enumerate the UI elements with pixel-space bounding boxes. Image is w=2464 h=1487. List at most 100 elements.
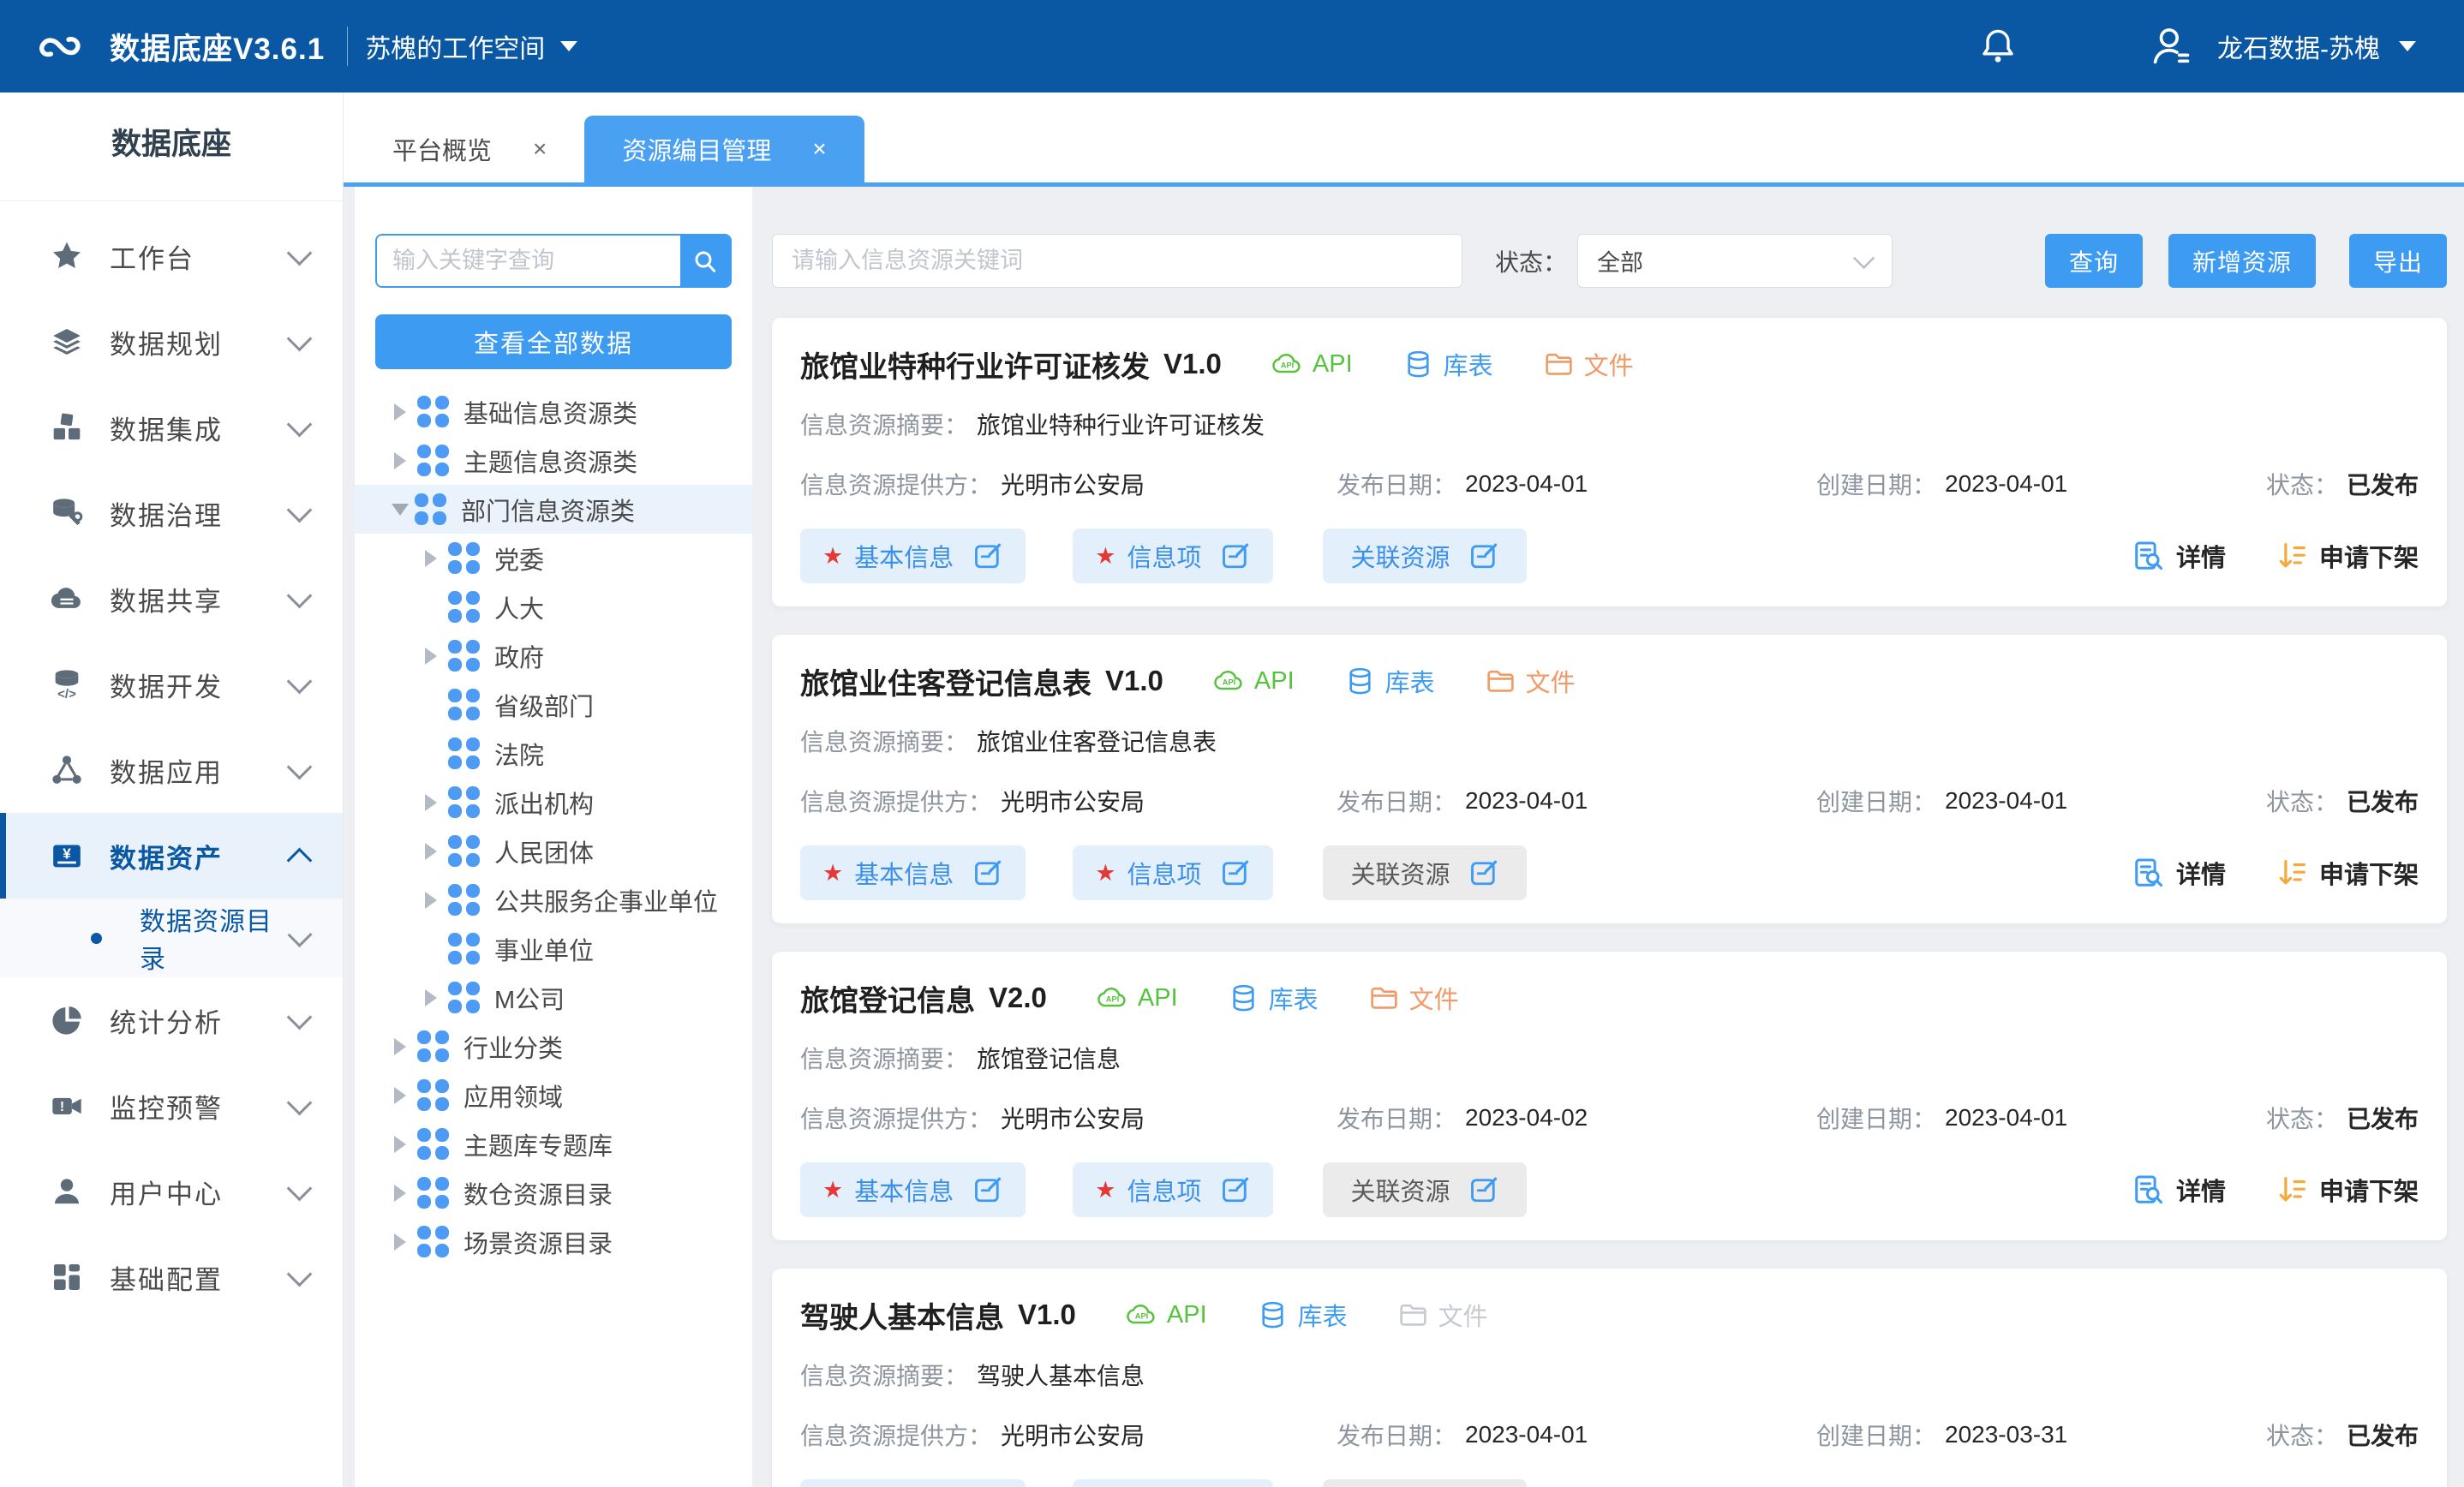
view-all-data-button[interactable]: 查看全部数据 bbox=[375, 314, 732, 369]
tree-search-button[interactable] bbox=[680, 236, 730, 286]
user-menu-chevron-icon[interactable] bbox=[2399, 41, 2416, 51]
tree-node-14[interactable]: 应用领域 bbox=[355, 1071, 752, 1120]
tree-node-7[interactable]: 法院 bbox=[355, 729, 752, 778]
tree-caret-right-icon[interactable] bbox=[425, 843, 437, 860]
user-avatar-icon[interactable] bbox=[2149, 24, 2193, 69]
sidebar-item-7[interactable]: ¥数据资产 bbox=[0, 813, 343, 899]
tree-node-5[interactable]: 政府 bbox=[355, 631, 752, 680]
tree-node-9[interactable]: 人民团体 bbox=[355, 827, 752, 875]
tree-caret-right-icon[interactable] bbox=[425, 794, 437, 811]
tree-node-6[interactable]: 省级部门 bbox=[355, 680, 752, 729]
status-select[interactable]: 全部 bbox=[1577, 234, 1893, 288]
resource-keyword-input[interactable] bbox=[772, 234, 1462, 288]
tree-node-13[interactable]: 行业分类 bbox=[355, 1022, 752, 1071]
export-button[interactable]: 导出 bbox=[2349, 234, 2447, 288]
edit-icon bbox=[972, 1174, 1003, 1205]
basic-info-button[interactable]: ★ 基本信息 bbox=[800, 845, 1026, 900]
sidebar-item-6[interactable]: 数据应用 bbox=[0, 727, 343, 813]
tree-node-10[interactable]: 公共服务企事业单位 bbox=[355, 875, 752, 924]
publish-date-label: 发布日期： bbox=[1337, 784, 1456, 818]
info-items-button[interactable]: ★ 信息项 bbox=[1073, 845, 1273, 900]
tree-node-0[interactable]: 基础信息资源类 bbox=[355, 387, 752, 436]
tree-caret-right-icon[interactable] bbox=[394, 1136, 406, 1153]
tree-search-input[interactable] bbox=[377, 236, 680, 286]
detail-doc-icon bbox=[2132, 540, 2165, 572]
tree-node-2[interactable]: 部门信息资源类 bbox=[355, 485, 752, 534]
sidebar-item-0[interactable]: 工作台 bbox=[0, 213, 343, 299]
sidebar-subitem-8[interactable]: 数据资源目录 bbox=[0, 899, 343, 977]
basic-info-button[interactable]: ★ 基本信息 bbox=[800, 1479, 1026, 1487]
unpublish-link[interactable]: 申请下架 bbox=[2276, 538, 2419, 574]
related-resources-button[interactable]: 关联资源 bbox=[1323, 845, 1527, 900]
notification-bell-icon[interactable] bbox=[1977, 26, 2018, 67]
unpublish-link[interactable]: 申请下架 bbox=[2276, 1172, 2419, 1208]
info-items-button[interactable]: ★ 信息项 bbox=[1073, 529, 1273, 583]
tree-caret-right-icon[interactable] bbox=[425, 550, 437, 567]
summary-value: 驾驶人基本信息 bbox=[977, 1358, 1145, 1392]
status-value: 已发布 bbox=[2347, 784, 2419, 818]
sidebar-item-10[interactable]: !监控预警 bbox=[0, 1063, 343, 1149]
sidebar-item-1[interactable]: 数据规划 bbox=[0, 299, 343, 385]
unpublish-link[interactable]: 申请下架 bbox=[2276, 855, 2419, 891]
detail-link[interactable]: 详情 bbox=[2132, 538, 2226, 574]
svg-text:API: API bbox=[1223, 678, 1235, 686]
app-network-icon bbox=[50, 753, 84, 787]
config-grid-icon bbox=[50, 1260, 84, 1294]
basic-info-button[interactable]: ★ 基本信息 bbox=[800, 529, 1026, 583]
sidebar-item-5[interactable]: </>数据开发 bbox=[0, 642, 343, 727]
tree-caret-right-icon[interactable] bbox=[394, 452, 406, 469]
tree-caret-right-icon[interactable] bbox=[394, 403, 406, 421]
tree-node-16[interactable]: 数仓资源目录 bbox=[355, 1168, 752, 1217]
basic-info-button[interactable]: ★ 基本信息 bbox=[800, 1162, 1026, 1217]
info-items-button[interactable]: ★ 信息项 bbox=[1073, 1162, 1273, 1217]
sidebar-item-2[interactable]: 数据集成 bbox=[0, 385, 343, 470]
data-develop-icon: </> bbox=[50, 667, 84, 702]
sidebar-item-11[interactable]: 用户中心 bbox=[0, 1149, 343, 1234]
tree-caret-right-icon[interactable] bbox=[394, 1185, 406, 1202]
summary-value: 旅馆业特种行业许可证核发 bbox=[977, 407, 1265, 441]
related-resources-button[interactable]: 关联资源 bbox=[1323, 1162, 1527, 1217]
tree-node-12[interactable]: M公司 bbox=[355, 973, 752, 1022]
tab-1[interactable]: 资源编目管理× bbox=[584, 116, 864, 182]
category-dots-icon bbox=[448, 933, 480, 964]
related-resources-button[interactable]: 关联资源 bbox=[1323, 1479, 1527, 1487]
tree-caret-right-icon[interactable] bbox=[394, 1087, 406, 1104]
add-resource-button[interactable]: 新增资源 bbox=[2168, 234, 2316, 288]
folder-icon bbox=[1368, 982, 1400, 1014]
tree-node-15[interactable]: 主题库专题库 bbox=[355, 1120, 752, 1168]
related-resources-button[interactable]: 关联资源 bbox=[1323, 529, 1527, 583]
sidebar-item-9[interactable]: 统计分析 bbox=[0, 977, 343, 1063]
tab-0[interactable]: 平台概览× bbox=[355, 116, 584, 182]
provider-label: 信息资源提供方： bbox=[800, 1418, 992, 1452]
summary-label: 信息资源摘要： bbox=[800, 724, 968, 758]
user-name[interactable]: 龙石数据-苏槐 bbox=[2217, 27, 2380, 65]
tree-node-8[interactable]: 派出机构 bbox=[355, 778, 752, 827]
detail-link[interactable]: 详情 bbox=[2132, 855, 2226, 891]
close-icon[interactable]: × bbox=[812, 135, 826, 163]
info-items-button[interactable]: ★ 信息项 bbox=[1073, 1479, 1273, 1487]
tree-node-17[interactable]: 场景资源目录 bbox=[355, 1217, 752, 1266]
provider-value: 光明市公安局 bbox=[1001, 467, 1145, 501]
sidebar-item-12[interactable]: 基础配置 bbox=[0, 1234, 343, 1320]
detail-link[interactable]: 详情 bbox=[2132, 1172, 2226, 1208]
tree-caret-down-icon[interactable] bbox=[392, 504, 409, 516]
tree-caret-right-icon[interactable] bbox=[394, 1233, 406, 1251]
tree-node-4[interactable]: 人大 bbox=[355, 582, 752, 631]
tree-caret-right-icon[interactable] bbox=[394, 1038, 406, 1055]
chevron-down-icon bbox=[287, 325, 313, 351]
tree-node-3[interactable]: 党委 bbox=[355, 534, 752, 582]
chevron-down-icon bbox=[287, 1090, 313, 1115]
category-dots-icon bbox=[417, 1128, 449, 1160]
workspace-selector[interactable]: 苏槐的工作空间 bbox=[365, 27, 577, 65]
tree-node-1[interactable]: 主题信息资源类 bbox=[355, 436, 752, 485]
tree-caret-right-icon[interactable] bbox=[425, 989, 437, 1006]
tree-node-11[interactable]: 事业单位 bbox=[355, 924, 752, 973]
close-icon[interactable]: × bbox=[533, 135, 547, 163]
sidebar-item-4[interactable]: 数据共享 bbox=[0, 556, 343, 642]
tree-caret-right-icon[interactable] bbox=[425, 892, 437, 909]
query-button[interactable]: 查询 bbox=[2045, 234, 2143, 288]
category-dots-icon bbox=[448, 542, 480, 574]
publish-date-value: 2023-04-01 bbox=[1465, 787, 1588, 815]
sidebar-item-3[interactable]: 数据治理 bbox=[0, 470, 343, 556]
tree-caret-right-icon[interactable] bbox=[425, 648, 437, 665]
